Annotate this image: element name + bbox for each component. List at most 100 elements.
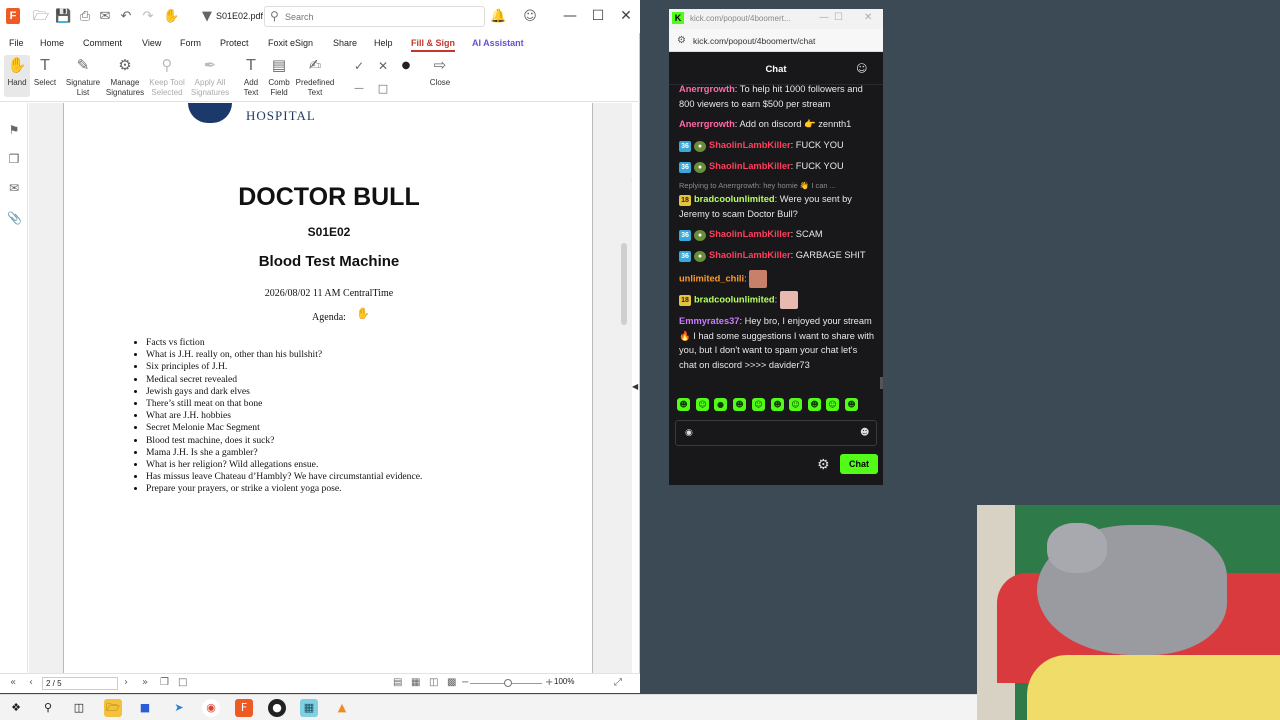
chrome-icon[interactable]: ◉	[202, 699, 220, 717]
fullscreen-icon[interactable]: ⤢	[614, 677, 622, 688]
notification-bell-icon[interactable]: 🔔	[490, 9, 506, 25]
previous-page-icon[interactable]: ‹	[29, 677, 33, 688]
collapse-right-panel-icon[interactable]: ◀	[632, 382, 638, 391]
menu-file[interactable]: File	[9, 38, 24, 48]
hand-tool-quick-icon[interactable]: ✋	[163, 9, 179, 25]
kick-emote-icon[interactable]: ☺	[789, 398, 802, 411]
kick-emote-icon[interactable]: ●	[714, 398, 727, 411]
fit-page-icon[interactable]: □	[178, 677, 187, 688]
last-page-icon[interactable]: »	[142, 677, 148, 688]
pages-icon[interactable]: ❐	[7, 152, 21, 166]
close-fill-sign-button[interactable]: ⇨ Close	[427, 55, 453, 88]
predefined-text-button[interactable]: ✍ Predefined Text	[294, 55, 336, 98]
save-icon[interactable]: 💾	[55, 9, 71, 25]
task-view-icon[interactable]: ◫	[70, 699, 88, 717]
chat-username[interactable]: Anerrgrowth	[679, 85, 735, 94]
app-taskbar-icon[interactable]: ■	[136, 699, 154, 717]
chat-username[interactable]: Anerrgrowth	[679, 119, 735, 129]
chat-username[interactable]: bradcoolunlimited	[694, 194, 775, 204]
comments-icon[interactable]: ✉	[7, 181, 21, 195]
next-page-icon[interactable]: ›	[124, 677, 128, 688]
filter-icon[interactable]: ▼	[199, 9, 215, 25]
email-icon[interactable]: ✉	[97, 9, 113, 25]
copy-view-icon[interactable]: ❐	[160, 677, 169, 688]
menu-fill-and-sign[interactable]: Fill & Sign	[411, 38, 455, 52]
chat-send-button[interactable]: Chat	[840, 454, 878, 474]
line-tool[interactable]: —	[349, 79, 367, 102]
chat-message-list[interactable]: Anerrgrowth: To help hit 1000 followers …	[669, 85, 883, 395]
kick-emote-icon[interactable]: ☺	[752, 398, 765, 411]
scrollbar-thumb[interactable]	[621, 243, 627, 325]
cover-view-icon[interactable]: ▩	[447, 677, 456, 688]
chat-username[interactable]: bradcoolunlimited	[694, 294, 775, 304]
select-tool-button[interactable]: T Select	[32, 55, 58, 88]
zoom-level-field[interactable]: 100%	[554, 677, 606, 690]
chat-maximize-button[interactable]: ☐	[834, 12, 843, 23]
site-info-icon[interactable]: ⚙	[677, 35, 686, 46]
kick-emote-icon[interactable]: ☻	[677, 398, 690, 411]
redo-icon[interactable]: ↷	[140, 9, 156, 25]
zoom-out-icon[interactable]: −	[461, 677, 469, 688]
shield-icon[interactable]: ◉	[685, 428, 693, 438]
zoom-slider-knob[interactable]	[504, 679, 512, 687]
chat-close-button[interactable]: ✕	[864, 12, 872, 23]
continuous-view-icon[interactable]: ▦	[411, 677, 420, 688]
page-number-field[interactable]: 2 / 5	[42, 677, 118, 690]
open-folder-icon[interactable]: 🗁	[33, 9, 49, 25]
attachment-icon[interactable]: 📎	[7, 211, 22, 225]
add-text-button[interactable]: T Add Text	[239, 55, 263, 98]
account-icon[interactable]: ☺	[522, 9, 538, 25]
cross-tool[interactable]: ✕	[373, 56, 391, 79]
dot-tool[interactable]: ●	[396, 56, 414, 79]
chat-username[interactable]: ShaolinLambKiller	[709, 229, 791, 239]
manage-signatures-button[interactable]: ⚙ Manage Signatures	[104, 55, 146, 98]
chat-minimize-button[interactable]: —	[819, 12, 829, 23]
zoom-in-icon[interactable]: +	[545, 677, 553, 688]
file-explorer-icon[interactable]: 🗁	[104, 699, 122, 717]
chat-url[interactable]: kick.com/popout/4boomertv/chat	[693, 36, 815, 46]
taskbar-search-icon[interactable]: ⚲	[39, 699, 57, 717]
document-viewport[interactable]: HOSPITAL DOCTOR BULL S01E02 Blood Test M…	[29, 103, 632, 673]
keep-tool-selected-button[interactable]: ⚲ Keep Tool Selected	[147, 55, 187, 98]
apply-all-signatures-button[interactable]: ✒ Apply All Signatures	[188, 55, 232, 98]
chat-username[interactable]: unlimited_chili	[679, 273, 744, 283]
app-taskbar-icon[interactable]: ➤	[170, 699, 188, 717]
menu-help[interactable]: Help	[374, 38, 393, 48]
menu-protect[interactable]: Protect	[220, 38, 249, 48]
search-input[interactable]	[285, 9, 475, 24]
kick-emote-icon[interactable]: ☻	[808, 398, 821, 411]
hand-tool-button[interactable]: ✋ Hand	[4, 55, 30, 97]
chat-username[interactable]: ShaolinLambKiller	[709, 250, 791, 260]
menu-view[interactable]: View	[142, 38, 161, 48]
chat-username[interactable]: ShaolinLambKiller	[709, 161, 791, 171]
first-page-icon[interactable]: «	[10, 677, 16, 688]
reply-preview[interactable]: Replying to Anerrgrowth: hey homie 👋 I c…	[679, 181, 836, 190]
kick-emote-icon[interactable]: ☺	[696, 398, 709, 411]
close-window-button[interactable]: ✕	[613, 6, 639, 26]
kick-emote-icon[interactable]: ☻	[771, 398, 784, 411]
print-icon[interactable]: ⎙	[77, 9, 93, 25]
facing-view-icon[interactable]: ◫	[429, 677, 438, 688]
maximize-button[interactable]: ☐	[585, 6, 611, 26]
rectangle-tool[interactable]: □	[373, 79, 391, 102]
kick-emote-icon[interactable]: ☻	[845, 398, 858, 411]
kick-emote-icon[interactable]: ☺	[826, 398, 839, 411]
chat-username[interactable]: ShaolinLambKiller	[709, 140, 791, 150]
menu-form[interactable]: Form	[180, 38, 201, 48]
menu-share[interactable]: Share	[333, 38, 357, 48]
checkmark-tool[interactable]: ✓	[349, 56, 367, 79]
undo-icon[interactable]: ↶	[118, 9, 134, 25]
windows-start-icon[interactable]: ❖	[7, 699, 25, 717]
emoji-picker-icon[interactable]: ☻	[860, 428, 869, 438]
comb-field-button[interactable]: ▤ Comb Field	[266, 55, 292, 98]
chat-username[interactable]: Emmyrates37	[679, 316, 739, 326]
search-box[interactable]: ⚲	[264, 6, 485, 27]
foxit-taskbar-icon[interactable]: F	[235, 699, 253, 717]
bookmark-icon[interactable]: ⚑	[7, 123, 21, 137]
chat-message-input[interactable]	[694, 426, 854, 441]
chat-settings-gear-icon[interactable]: ⚙	[817, 457, 830, 473]
obs-icon[interactable]: ●	[268, 699, 286, 717]
kick-emote-icon[interactable]: ☻	[733, 398, 746, 411]
menu-ai-assistant[interactable]: AI Assistant	[472, 38, 524, 48]
menu-foxit-esign[interactable]: Foxit eSign	[268, 38, 313, 48]
